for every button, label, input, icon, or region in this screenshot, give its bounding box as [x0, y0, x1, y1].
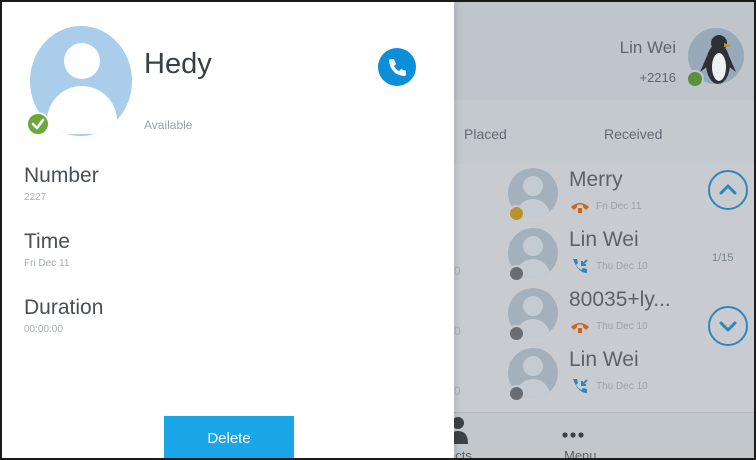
entry-date: Thu Dec 10	[596, 321, 648, 332]
entry-name: Merry	[569, 168, 623, 191]
menu-nav-button[interactable]	[562, 426, 584, 444]
tab-received[interactable]: Received	[604, 126, 662, 142]
contact-name: Hedy	[144, 48, 212, 80]
entry-date: Thu Dec 10	[596, 261, 648, 272]
time-label: Time	[24, 230, 70, 253]
account-status-dot	[686, 70, 704, 88]
duration-value: 00:00:00	[24, 324, 63, 335]
entry-stub: 0	[454, 384, 461, 398]
scroll-down-button[interactable]	[708, 306, 748, 346]
received-call-icon	[573, 379, 588, 393]
tab-placed[interactable]: Placed	[464, 126, 507, 142]
contact-status: Available	[144, 118, 193, 132]
more-dots-icon	[562, 432, 584, 438]
account-number: +2216	[639, 70, 676, 85]
time-value: Fri Dec 11	[24, 258, 70, 269]
presence-away-dot	[508, 205, 525, 222]
presence-offline-dot	[508, 265, 525, 282]
chevron-up-icon	[719, 184, 737, 195]
presence-available-badge	[26, 112, 50, 136]
call-detail-panel: Hedy Available Number 2227 Time Fri Dec …	[2, 2, 454, 458]
entry-name: Lin Wei	[569, 348, 639, 371]
presence-offline-dot	[508, 325, 525, 342]
entry-stub: 0	[454, 264, 461, 278]
entry-date: Thu Dec 10	[596, 381, 648, 392]
presence-offline-dot	[508, 385, 525, 402]
missed-call-icon	[571, 323, 589, 333]
bottom-nav	[454, 412, 754, 458]
entry-date: Fri Dec 11	[596, 201, 642, 212]
entry-name: Lin Wei	[569, 228, 639, 251]
received-call-icon	[573, 259, 588, 273]
phone-icon	[389, 59, 406, 76]
call-button[interactable]	[378, 48, 416, 86]
menu-nav-label[interactable]: Menu	[564, 448, 597, 458]
duration-label: Duration	[24, 296, 104, 319]
missed-call-icon	[571, 203, 589, 213]
page-indicator: 1/15	[712, 252, 734, 264]
entry-name: 80035+ly...	[569, 288, 671, 311]
number-label: Number	[24, 164, 99, 187]
delete-button[interactable]: Delete	[164, 416, 294, 458]
number-value: 2227	[24, 192, 47, 203]
entry-stub: 0	[454, 324, 461, 338]
check-icon	[31, 118, 45, 130]
phone-screen: Lin Wei +2216 Placed Received Merry Fri …	[0, 0, 756, 460]
scroll-up-button[interactable]	[708, 170, 748, 210]
account-name: Lin Wei	[619, 38, 676, 57]
chevron-down-icon	[719, 321, 737, 332]
list-item[interactable]: Lin Wei Thu Dec 10	[508, 342, 754, 404]
